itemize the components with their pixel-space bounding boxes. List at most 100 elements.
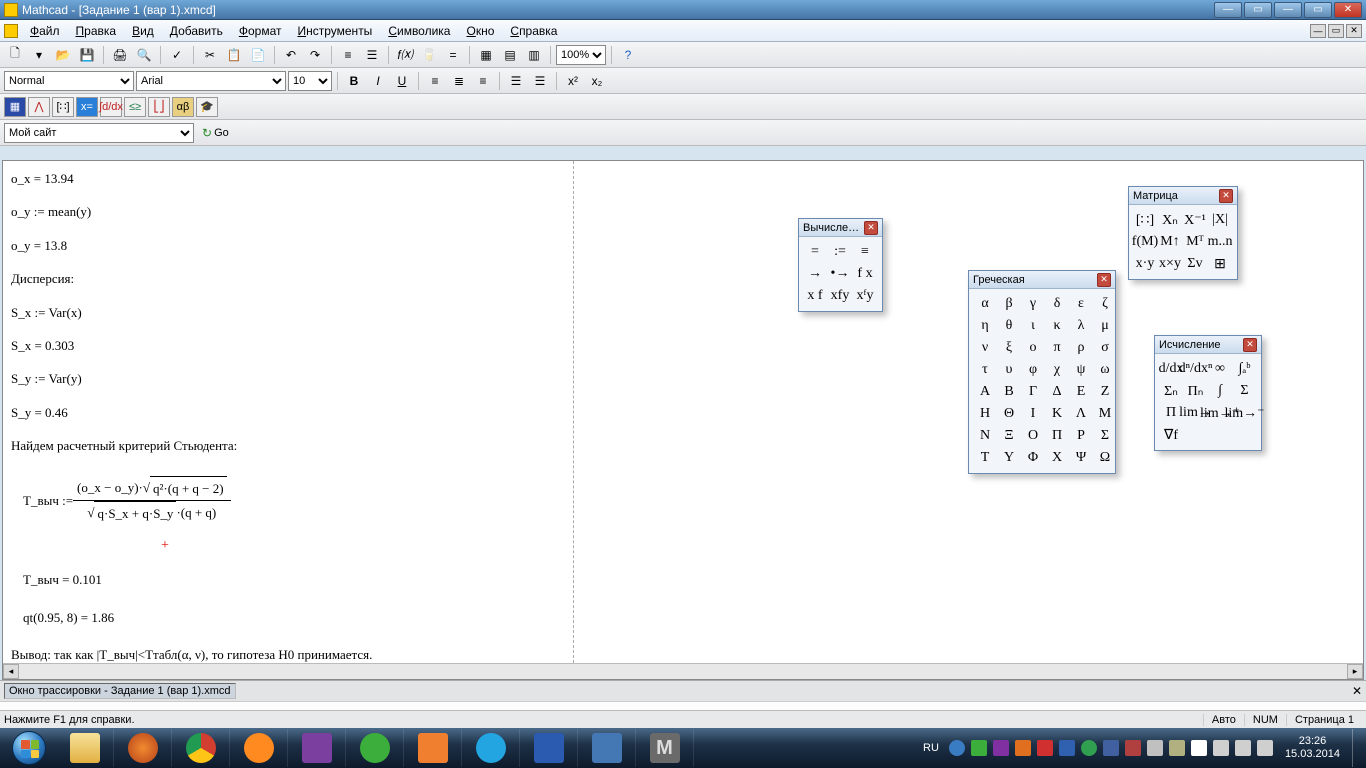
spell-check-button[interactable]: ✓ <box>166 45 188 65</box>
palette-cell[interactable]: m..n <box>1210 233 1230 251</box>
palette-cell[interactable]: ≡ <box>855 243 875 261</box>
palette-cell[interactable]: M↑ <box>1160 233 1180 251</box>
task-utorrent[interactable] <box>346 729 404 767</box>
palette-cell[interactable]: ξ <box>999 339 1019 357</box>
save-button[interactable]: 💾 <box>76 45 98 65</box>
palette-cell[interactable]: Μ <box>1095 405 1115 423</box>
palette-cell[interactable]: Δ <box>1047 383 1067 401</box>
tray-volume-icon[interactable] <box>1235 740 1251 756</box>
task-skype[interactable] <box>462 729 520 767</box>
palette-cell[interactable]: Ο <box>1023 427 1043 445</box>
math-line[interactable]: T_выч = 0.101 <box>23 568 1355 591</box>
redo-button[interactable]: ↷ <box>304 45 326 65</box>
palette-cell[interactable]: μ <box>1095 317 1115 335</box>
tray-icon[interactable] <box>1147 740 1163 756</box>
menu-insert[interactable]: Добавить <box>162 22 231 40</box>
palette-cell[interactable]: f x <box>855 265 875 283</box>
palette-cell[interactable]: Xₙ <box>1160 211 1180 229</box>
horizontal-scrollbar[interactable]: ◂ ▸ <box>3 663 1363 679</box>
go-button[interactable]: ↻ Go <box>198 124 233 142</box>
palette-cell[interactable]: Ξ <box>999 427 1019 445</box>
help-button[interactable]: ? <box>617 45 639 65</box>
palette-close-button[interactable]: ✕ <box>1243 338 1257 352</box>
palette-cell[interactable]: Ν <box>975 427 995 445</box>
palette-cell[interactable]: π <box>1047 339 1067 357</box>
task-mathcad[interactable]: M <box>636 729 694 767</box>
palette-cell[interactable]: Ρ <box>1071 427 1091 445</box>
zoom-combo[interactable]: 100% <box>556 45 606 65</box>
task-explorer[interactable] <box>56 729 114 767</box>
tray-icon[interactable] <box>1037 740 1053 756</box>
tray-icon[interactable] <box>993 740 1009 756</box>
palette-cell[interactable]: Ζ <box>1095 383 1115 401</box>
menu-help[interactable]: Справка <box>502 22 565 40</box>
palette-cell[interactable]: Π <box>1047 427 1067 445</box>
unit-button[interactable]: 🥛 <box>418 45 440 65</box>
palette-cell[interactable]: Θ <box>999 405 1019 423</box>
palette-cell[interactable]: dⁿ/dxⁿ <box>1186 360 1206 378</box>
palette-cell[interactable]: Mᵀ <box>1185 233 1205 251</box>
tray-icon[interactable] <box>1125 740 1141 756</box>
palette-cell[interactable]: Σ <box>1235 382 1255 400</box>
palette-cell[interactable]: = <box>805 243 825 261</box>
underline-button[interactable]: U <box>391 71 413 91</box>
eval-palette-button[interactable]: x= <box>76 97 98 117</box>
menu-tools[interactable]: Инструменты <box>289 22 380 40</box>
palette-cell[interactable]: υ <box>999 361 1019 379</box>
maximize-button[interactable]: ▭ <box>1304 2 1332 18</box>
tray-lang-icon[interactable] <box>1103 740 1119 756</box>
align2-button[interactable]: ☰ <box>361 45 383 65</box>
matrix-palette[interactable]: Матрица✕ [∷]XₙX⁻¹|X|f(M)M↑Mᵀm..nx·yx×yΣv… <box>1128 186 1238 280</box>
matrix-palette-button[interactable]: [∷] <box>52 97 74 117</box>
trace-close-button[interactable]: ✕ <box>1352 684 1362 698</box>
menu-edit[interactable]: Правка <box>68 22 125 40</box>
tray-network-icon[interactable] <box>1213 740 1229 756</box>
palette-cell[interactable]: Ψ <box>1071 449 1091 467</box>
scroll-left-button[interactable]: ◂ <box>3 664 19 679</box>
symbolic-palette-button[interactable]: 🎓 <box>196 97 218 117</box>
palette-cell[interactable]: x×y <box>1160 255 1180 273</box>
palette-cell[interactable]: Τ <box>975 449 995 467</box>
palette-cell[interactable]: x·y <box>1135 255 1155 273</box>
task-chrome[interactable] <box>172 729 230 767</box>
palette-cell[interactable]: |X| <box>1210 211 1230 229</box>
show-desktop-button[interactable] <box>1352 729 1362 767</box>
palette-cell[interactable]: Ω <box>1095 449 1115 467</box>
math-line[interactable]: S_x := Var(x) <box>11 301 1355 324</box>
tray-icon[interactable] <box>949 740 965 756</box>
minimize-button[interactable]: — <box>1274 2 1302 18</box>
palette-cell[interactable]: Πₙ <box>1186 382 1206 400</box>
mdi-restore-button[interactable]: ▭ <box>1328 24 1344 38</box>
tray-icon[interactable] <box>1015 740 1031 756</box>
tray-icon[interactable] <box>1081 740 1097 756</box>
palette-cell[interactable]: Φ <box>1023 449 1043 467</box>
palette-cell[interactable]: Ε <box>1071 383 1091 401</box>
site-combo[interactable]: Мой сайт <box>4 123 194 143</box>
palette-cell[interactable]: ∫ₐᵇ <box>1235 360 1255 378</box>
trace-body[interactable] <box>0 701 1366 710</box>
menu-file[interactable]: Файл <box>22 22 68 40</box>
calculus-palette[interactable]: Исчисление✕ d/dxdⁿ/dxⁿ∞∫ₐᵇΣₙΠₙ∫ΣΠlim→lim… <box>1154 335 1262 451</box>
palette-cell[interactable]: Χ <box>1047 449 1067 467</box>
palette-close-button[interactable]: ✕ <box>1219 189 1233 203</box>
component1-button[interactable]: ▦ <box>475 45 497 65</box>
palette-cell[interactable]: Σₙ <box>1161 382 1181 400</box>
palette-cell[interactable]: := <box>830 243 850 261</box>
programming-palette-button[interactable]: ⎣⎦ <box>148 97 170 117</box>
tray-battery-icon[interactable] <box>1257 740 1273 756</box>
palette-cell[interactable] <box>1235 426 1255 444</box>
bold-button[interactable]: B <box>343 71 365 91</box>
palette-cell[interactable] <box>1186 426 1206 444</box>
palette-cell[interactable]: Κ <box>1047 405 1067 423</box>
alt-minimize-button[interactable]: — <box>1214 2 1242 18</box>
component3-button[interactable]: ▥ <box>523 45 545 65</box>
palette-cell[interactable]: X⁻¹ <box>1185 211 1205 229</box>
mdi-minimize-button[interactable]: — <box>1310 24 1326 38</box>
palette-cell[interactable]: f(M) <box>1135 233 1155 251</box>
paste-button[interactable]: 📄 <box>247 45 269 65</box>
palette-cell[interactable]: •→ <box>830 265 850 283</box>
menu-view[interactable]: Вид <box>124 22 162 40</box>
palette-cell[interactable]: Α <box>975 383 995 401</box>
align-center-button[interactable]: ≣ <box>448 71 470 91</box>
tray-icon[interactable] <box>1059 740 1075 756</box>
